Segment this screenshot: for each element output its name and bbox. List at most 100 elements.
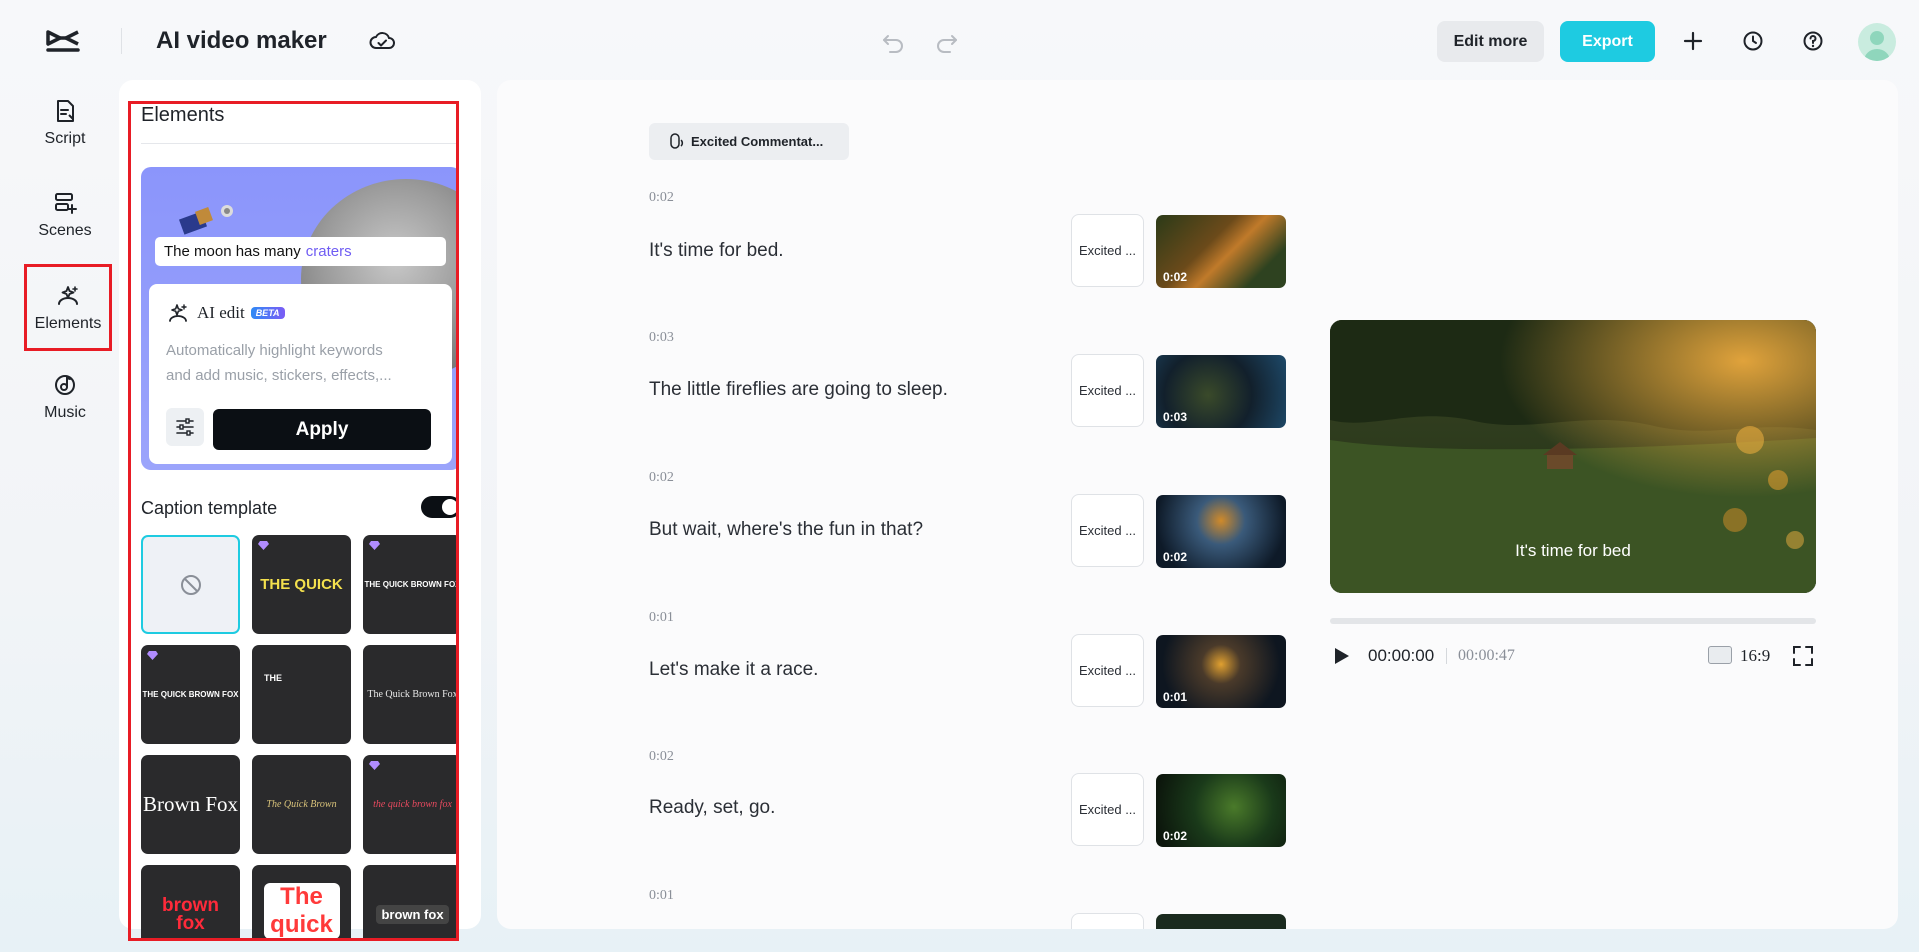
redo-icon[interactable] bbox=[934, 28, 960, 54]
premium-gem-icon bbox=[369, 541, 380, 550]
total-time: 00:00:47 bbox=[1458, 647, 1515, 664]
fullscreen-icon[interactable] bbox=[1791, 644, 1815, 668]
scene-text[interactable]: It's time for bed. bbox=[649, 240, 784, 262]
caption-template-tile[interactable]: the quick brown fox bbox=[363, 755, 456, 854]
scene-thumbnail[interactable]: 0:02 bbox=[1156, 495, 1286, 568]
caption-template-text: The quick bbox=[263, 883, 340, 938]
caption-template-tile[interactable]: THE QUICK BROWN FOX bbox=[363, 535, 456, 634]
apply-button[interactable]: Apply bbox=[213, 409, 431, 450]
caption-template-tile[interactable]: brown fox bbox=[141, 865, 240, 938]
caption-template-text: The Quick Brown bbox=[266, 799, 337, 810]
scene-thumbnail[interactable]: 0:02 bbox=[1156, 215, 1286, 288]
scene-text[interactable]: But wait, where's the fun in that? bbox=[649, 519, 923, 541]
sidebar-item-scenes[interactable]: Scenes bbox=[28, 176, 102, 254]
caption-template-tile[interactable]: The quick bbox=[252, 865, 351, 938]
caption-template-tile[interactable]: Brown Fox bbox=[141, 755, 240, 854]
hero-caption-keyword: craters bbox=[305, 243, 352, 260]
capcut-logo-icon[interactable] bbox=[44, 26, 82, 56]
sidebar-item-label: Scenes bbox=[38, 222, 92, 239]
scene-duration: 0:01 bbox=[649, 888, 674, 903]
aspect-ratio-label[interactable]: 16:9 bbox=[1740, 646, 1770, 666]
edit-more-button[interactable]: Edit more bbox=[1437, 21, 1544, 62]
scene-voice-button[interactable]: Excited ... bbox=[1071, 634, 1144, 707]
scene-text[interactable]: Let's make it a race. bbox=[649, 659, 818, 681]
ai-edit-description-line: Automatically highlight keywords bbox=[166, 342, 383, 359]
ai-edit-description-line: and add music, stickers, effects,... bbox=[166, 367, 392, 384]
aspect-ratio-icon[interactable] bbox=[1708, 646, 1732, 664]
ai-edit-title: AI edit bbox=[197, 303, 245, 322]
caption-template-text: THE QUICK bbox=[260, 576, 343, 593]
caption-template-text: the quick brown fox bbox=[373, 799, 452, 810]
hero-caption-text: The moon has many bbox=[164, 243, 301, 260]
sidebar-item-music[interactable]: Music bbox=[28, 358, 102, 436]
scene-duration: 0:02 bbox=[649, 749, 674, 764]
plus-icon[interactable] bbox=[1680, 28, 1706, 54]
caption-template-tile[interactable]: THE QUICK BROWN FOX bbox=[141, 645, 240, 744]
elements-panel-content[interactable]: Elements The moon has many craters AI ed… bbox=[131, 104, 456, 938]
premium-gem-icon bbox=[258, 541, 269, 550]
scene-voice-button[interactable]: Excited ... bbox=[1071, 773, 1144, 846]
sidebar-item-elements[interactable]: Elements bbox=[24, 264, 112, 351]
caption-template-none[interactable] bbox=[141, 535, 240, 634]
avatar-person-icon bbox=[1864, 31, 1890, 61]
avatar[interactable] bbox=[1858, 23, 1896, 61]
caption-template-text: The Quick Brown Fox bbox=[367, 689, 456, 700]
scene-voice-button[interactable]: Excited ... bbox=[1071, 214, 1144, 287]
script-icon bbox=[57, 100, 74, 122]
voice-selector[interactable]: Excited Commentat... bbox=[649, 123, 849, 160]
scene-voice-button[interactable]: Excited ... bbox=[1071, 354, 1144, 427]
scenes-icon bbox=[55, 193, 77, 214]
caption-template-tile[interactable]: The Quick Brown Fox bbox=[363, 645, 456, 744]
caption-template-tile[interactable]: brown fox bbox=[363, 865, 456, 938]
caption-template-tile[interactable]: The Quick Brown bbox=[252, 755, 351, 854]
scene-thumbnail[interactable]: 0:03 bbox=[1156, 355, 1286, 428]
caption-template-tile[interactable]: THE bbox=[252, 645, 351, 744]
playback-progress-bar[interactable] bbox=[1330, 618, 1816, 624]
sidebar-item-label: Elements bbox=[34, 314, 102, 332]
premium-gem-icon bbox=[147, 651, 158, 660]
caption-template-text: THE bbox=[264, 673, 282, 683]
beta-badge: BETA bbox=[250, 307, 285, 319]
scene-voice-button[interactable]: Excited ... bbox=[1071, 494, 1144, 567]
scene-thumbnail[interactable]: 0:01 bbox=[1156, 635, 1286, 708]
caption-template-tile[interactable]: THE QUICK bbox=[252, 535, 351, 634]
caption-template-text: THE QUICK BROWN FOX bbox=[142, 690, 239, 699]
sidebar-item-label: Script bbox=[44, 130, 86, 147]
ai-edit-hero-card: The moon has many craters AI edit BETA A… bbox=[141, 167, 456, 470]
scene-thumbnail[interactable] bbox=[1156, 914, 1286, 929]
scene-voice-button[interactable] bbox=[1071, 913, 1144, 929]
scene-thumb-duration: 0:01 bbox=[1163, 690, 1188, 704]
voice-icon bbox=[670, 132, 684, 149]
scene-thumb-duration: 0:03 bbox=[1163, 410, 1188, 424]
header-divider bbox=[121, 28, 122, 54]
caption-template-text: brown fox bbox=[162, 894, 219, 934]
history-icon[interactable] bbox=[1740, 28, 1766, 54]
satellite-illustration bbox=[178, 205, 233, 235]
caption-template-text: THE QUICK BROWN FOX bbox=[364, 580, 457, 589]
ai-magic-icon bbox=[169, 304, 187, 322]
voice-label: Excited Commentat... bbox=[691, 134, 824, 149]
scene-text[interactable]: The little fireflies are going to sleep. bbox=[649, 379, 948, 401]
panel-divider bbox=[141, 143, 456, 144]
export-button[interactable]: Export bbox=[1560, 21, 1655, 62]
top-bar: AI video maker Edit more Export bbox=[0, 0, 1919, 82]
video-preview[interactable]: It's time for bed bbox=[1330, 320, 1816, 593]
sidebar-item-script[interactable]: Script bbox=[28, 84, 102, 162]
scene-thumb-duration: 0:02 bbox=[1163, 829, 1188, 843]
scene-text[interactable]: Ready, set, go. bbox=[649, 797, 775, 819]
help-icon[interactable] bbox=[1800, 28, 1826, 54]
scene-duration: 0:02 bbox=[649, 190, 674, 205]
scene-duration: 0:03 bbox=[649, 330, 674, 345]
sliders-icon bbox=[176, 418, 194, 436]
cloud-sync-icon[interactable] bbox=[368, 28, 396, 54]
scene-duration: 0:02 bbox=[649, 470, 674, 485]
play-icon[interactable] bbox=[1330, 645, 1352, 667]
ai-edit-settings-button[interactable] bbox=[166, 408, 204, 446]
panel-title: Elements bbox=[141, 104, 225, 126]
undo-icon[interactable] bbox=[880, 28, 906, 54]
music-icon bbox=[55, 375, 75, 395]
time-divider bbox=[1446, 648, 1447, 664]
scene-thumbnail[interactable]: 0:02 bbox=[1156, 774, 1286, 847]
elements-icon bbox=[58, 285, 78, 305]
caption-template-toggle[interactable] bbox=[421, 496, 456, 518]
